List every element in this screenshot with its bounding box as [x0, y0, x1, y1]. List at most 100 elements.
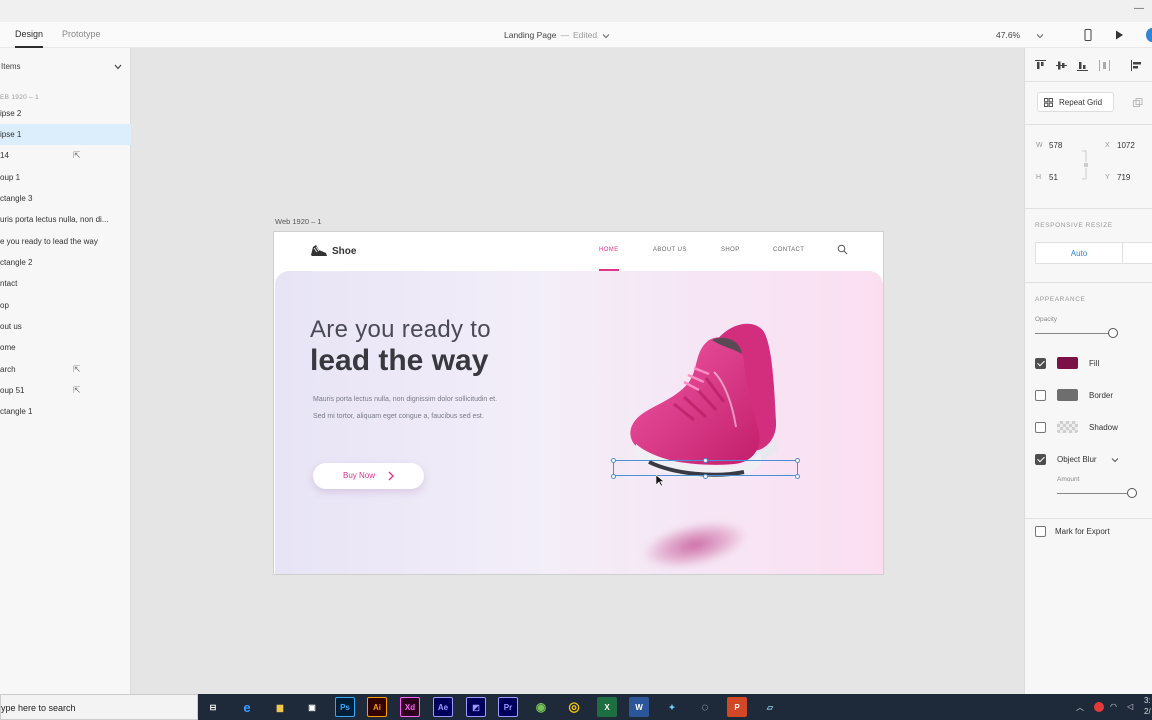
external-link-icon[interactable]: ⇱	[73, 380, 81, 401]
edge-icon[interactable]: e	[237, 697, 257, 717]
distribute-icon[interactable]	[1099, 60, 1110, 71]
notes-icon[interactable]: ▱	[760, 697, 780, 717]
shadow-swatch[interactable]	[1057, 421, 1078, 433]
minimize-icon[interactable]: —	[1134, 3, 1144, 14]
tray-chevron-up-icon[interactable]: ︿	[1076, 702, 1084, 713]
layer-item-selected[interactable]: ipse 1	[0, 124, 131, 145]
opacity-slider-track[interactable]	[1035, 333, 1113, 334]
media-encoder-icon[interactable]: ◩	[466, 697, 486, 717]
align-middle-icon[interactable]	[1056, 60, 1067, 71]
mobile-preview-icon[interactable]	[1082, 29, 1094, 41]
height-input[interactable]: 51	[1049, 173, 1058, 182]
opacity-slider-thumb[interactable]	[1108, 328, 1118, 338]
layer-item[interactable]: ome	[0, 337, 131, 358]
align-left-icon[interactable]	[1131, 60, 1142, 71]
lock-aspect-icon[interactable]	[1081, 150, 1091, 180]
nav-contact[interactable]: CONTACT	[773, 247, 804, 253]
layer-item[interactable]: ntact	[0, 273, 131, 294]
external-link-icon[interactable]: ⇱	[73, 359, 81, 380]
nav-home[interactable]: HOME	[599, 247, 619, 253]
file-explorer-icon[interactable]: ▆	[270, 697, 290, 717]
zoom-value: 47.6%	[996, 30, 1021, 40]
layer-item[interactable]: ipse 2	[0, 103, 131, 124]
repeat-grid-button[interactable]: Repeat Grid	[1037, 92, 1114, 112]
after-effects-icon[interactable]: Ae	[433, 697, 453, 717]
chrome-icon[interactable]: ◎	[564, 697, 584, 717]
fill-checkbox[interactable]	[1035, 358, 1046, 369]
layer-item[interactable]: e you ready to lead the way	[0, 231, 131, 252]
copy-icon[interactable]	[1133, 98, 1143, 108]
search-icon[interactable]	[837, 244, 848, 255]
layer-item[interactable]: uris porta lectus nulla, non di...	[0, 209, 131, 230]
logo-text: Shoe	[332, 245, 357, 257]
border-color-swatch[interactable]	[1057, 389, 1078, 401]
align-top-icon[interactable]	[1035, 60, 1046, 71]
y-input[interactable]: 719	[1117, 173, 1130, 182]
resize-handle[interactable]	[795, 474, 800, 479]
layer-item[interactable]: ctangle 2	[0, 252, 131, 273]
tray-app-icon[interactable]	[1094, 702, 1104, 712]
layer-item[interactable]: op	[0, 295, 131, 316]
export-row: Mark for Export	[1025, 524, 1152, 540]
layer-item[interactable]: ctangle 1	[0, 401, 131, 422]
external-link-icon[interactable]: ⇱	[73, 145, 81, 166]
nav-shop[interactable]: SHOP	[721, 247, 740, 253]
width-label: W	[1036, 142, 1043, 149]
resize-handle[interactable]	[703, 474, 708, 479]
illustrator-icon[interactable]: Ai	[367, 697, 387, 717]
chevron-down-icon[interactable]	[1111, 456, 1119, 464]
clock-time[interactable]: 3:	[1144, 696, 1151, 705]
android-studio-icon[interactable]: ◉	[531, 697, 551, 717]
volume-icon[interactable]: ◁	[1127, 702, 1133, 711]
artboard[interactable]: Shoe HOME ABOUT US SHOP CONTACT Are you …	[273, 231, 884, 575]
tab-prototype[interactable]: Prototype	[62, 22, 101, 48]
excel-icon[interactable]: X	[597, 697, 617, 717]
pinned-app-icon[interactable]: ✦	[662, 697, 682, 717]
task-view-icon[interactable]: ⊟	[203, 697, 223, 717]
nav-about-us[interactable]: ABOUT US	[653, 247, 687, 253]
layer-item[interactable]: oup 1	[0, 167, 131, 188]
share-icon[interactable]	[1146, 28, 1152, 42]
resize-handle[interactable]	[611, 458, 616, 463]
photoshop-icon[interactable]: Ps	[335, 697, 355, 717]
wifi-icon[interactable]: ◠	[1110, 702, 1117, 711]
clock-date[interactable]: 2/	[1144, 707, 1151, 716]
layer-item[interactable]: 14 ⇱	[0, 145, 131, 166]
buy-now-button[interactable]: Buy Now	[313, 463, 424, 489]
blur-amount-slider-track[interactable]	[1057, 493, 1127, 494]
resize-handle[interactable]	[795, 458, 800, 463]
shadow-checkbox[interactable]	[1035, 422, 1046, 433]
object-blur-checkbox[interactable]	[1035, 454, 1046, 465]
layer-item[interactable]: arch ⇱	[0, 359, 131, 380]
width-input[interactable]: 578	[1049, 141, 1062, 150]
site-logo[interactable]: Shoe	[310, 244, 356, 258]
taskbar-search-box[interactable]: ype here to search	[0, 694, 198, 720]
tab-design[interactable]: Design	[15, 22, 44, 48]
layers-header[interactable]: Items	[0, 60, 131, 74]
responsive-auto-option[interactable]: Auto	[1036, 249, 1122, 258]
zoom-select[interactable]: 47.6%	[996, 22, 1044, 48]
xd-icon[interactable]: Xd	[400, 697, 420, 717]
layer-item[interactable]: oup 51 ⇱	[0, 380, 131, 401]
resize-handle[interactable]	[703, 458, 708, 463]
word-icon[interactable]: W	[629, 697, 649, 717]
align-bottom-icon[interactable]	[1077, 60, 1088, 71]
blur-amount-slider-thumb[interactable]	[1127, 488, 1137, 498]
document-title[interactable]: Landing Page — Edited	[504, 22, 610, 48]
x-input[interactable]: 1072	[1117, 141, 1135, 150]
artboard-label[interactable]: Web 1920 – 1	[275, 217, 322, 226]
mark-for-export-checkbox[interactable]	[1035, 526, 1046, 537]
obs-icon[interactable]: ◌	[695, 697, 715, 717]
responsive-resize-toggle[interactable]: Auto	[1035, 242, 1152, 264]
layer-item[interactable]: ctangle 3	[0, 188, 131, 209]
fill-color-swatch[interactable]	[1057, 357, 1078, 369]
layer-item[interactable]: out us	[0, 316, 131, 337]
resize-handle[interactable]	[611, 474, 616, 479]
powerpoint-icon[interactable]: P	[727, 697, 747, 717]
premiere-icon[interactable]: Pr	[498, 697, 518, 717]
layer-label: ntact	[0, 279, 18, 288]
play-icon[interactable]	[1113, 29, 1125, 41]
border-checkbox[interactable]	[1035, 390, 1046, 401]
store-icon[interactable]: ▣	[302, 697, 322, 717]
layers-header-label: Items	[1, 62, 21, 71]
